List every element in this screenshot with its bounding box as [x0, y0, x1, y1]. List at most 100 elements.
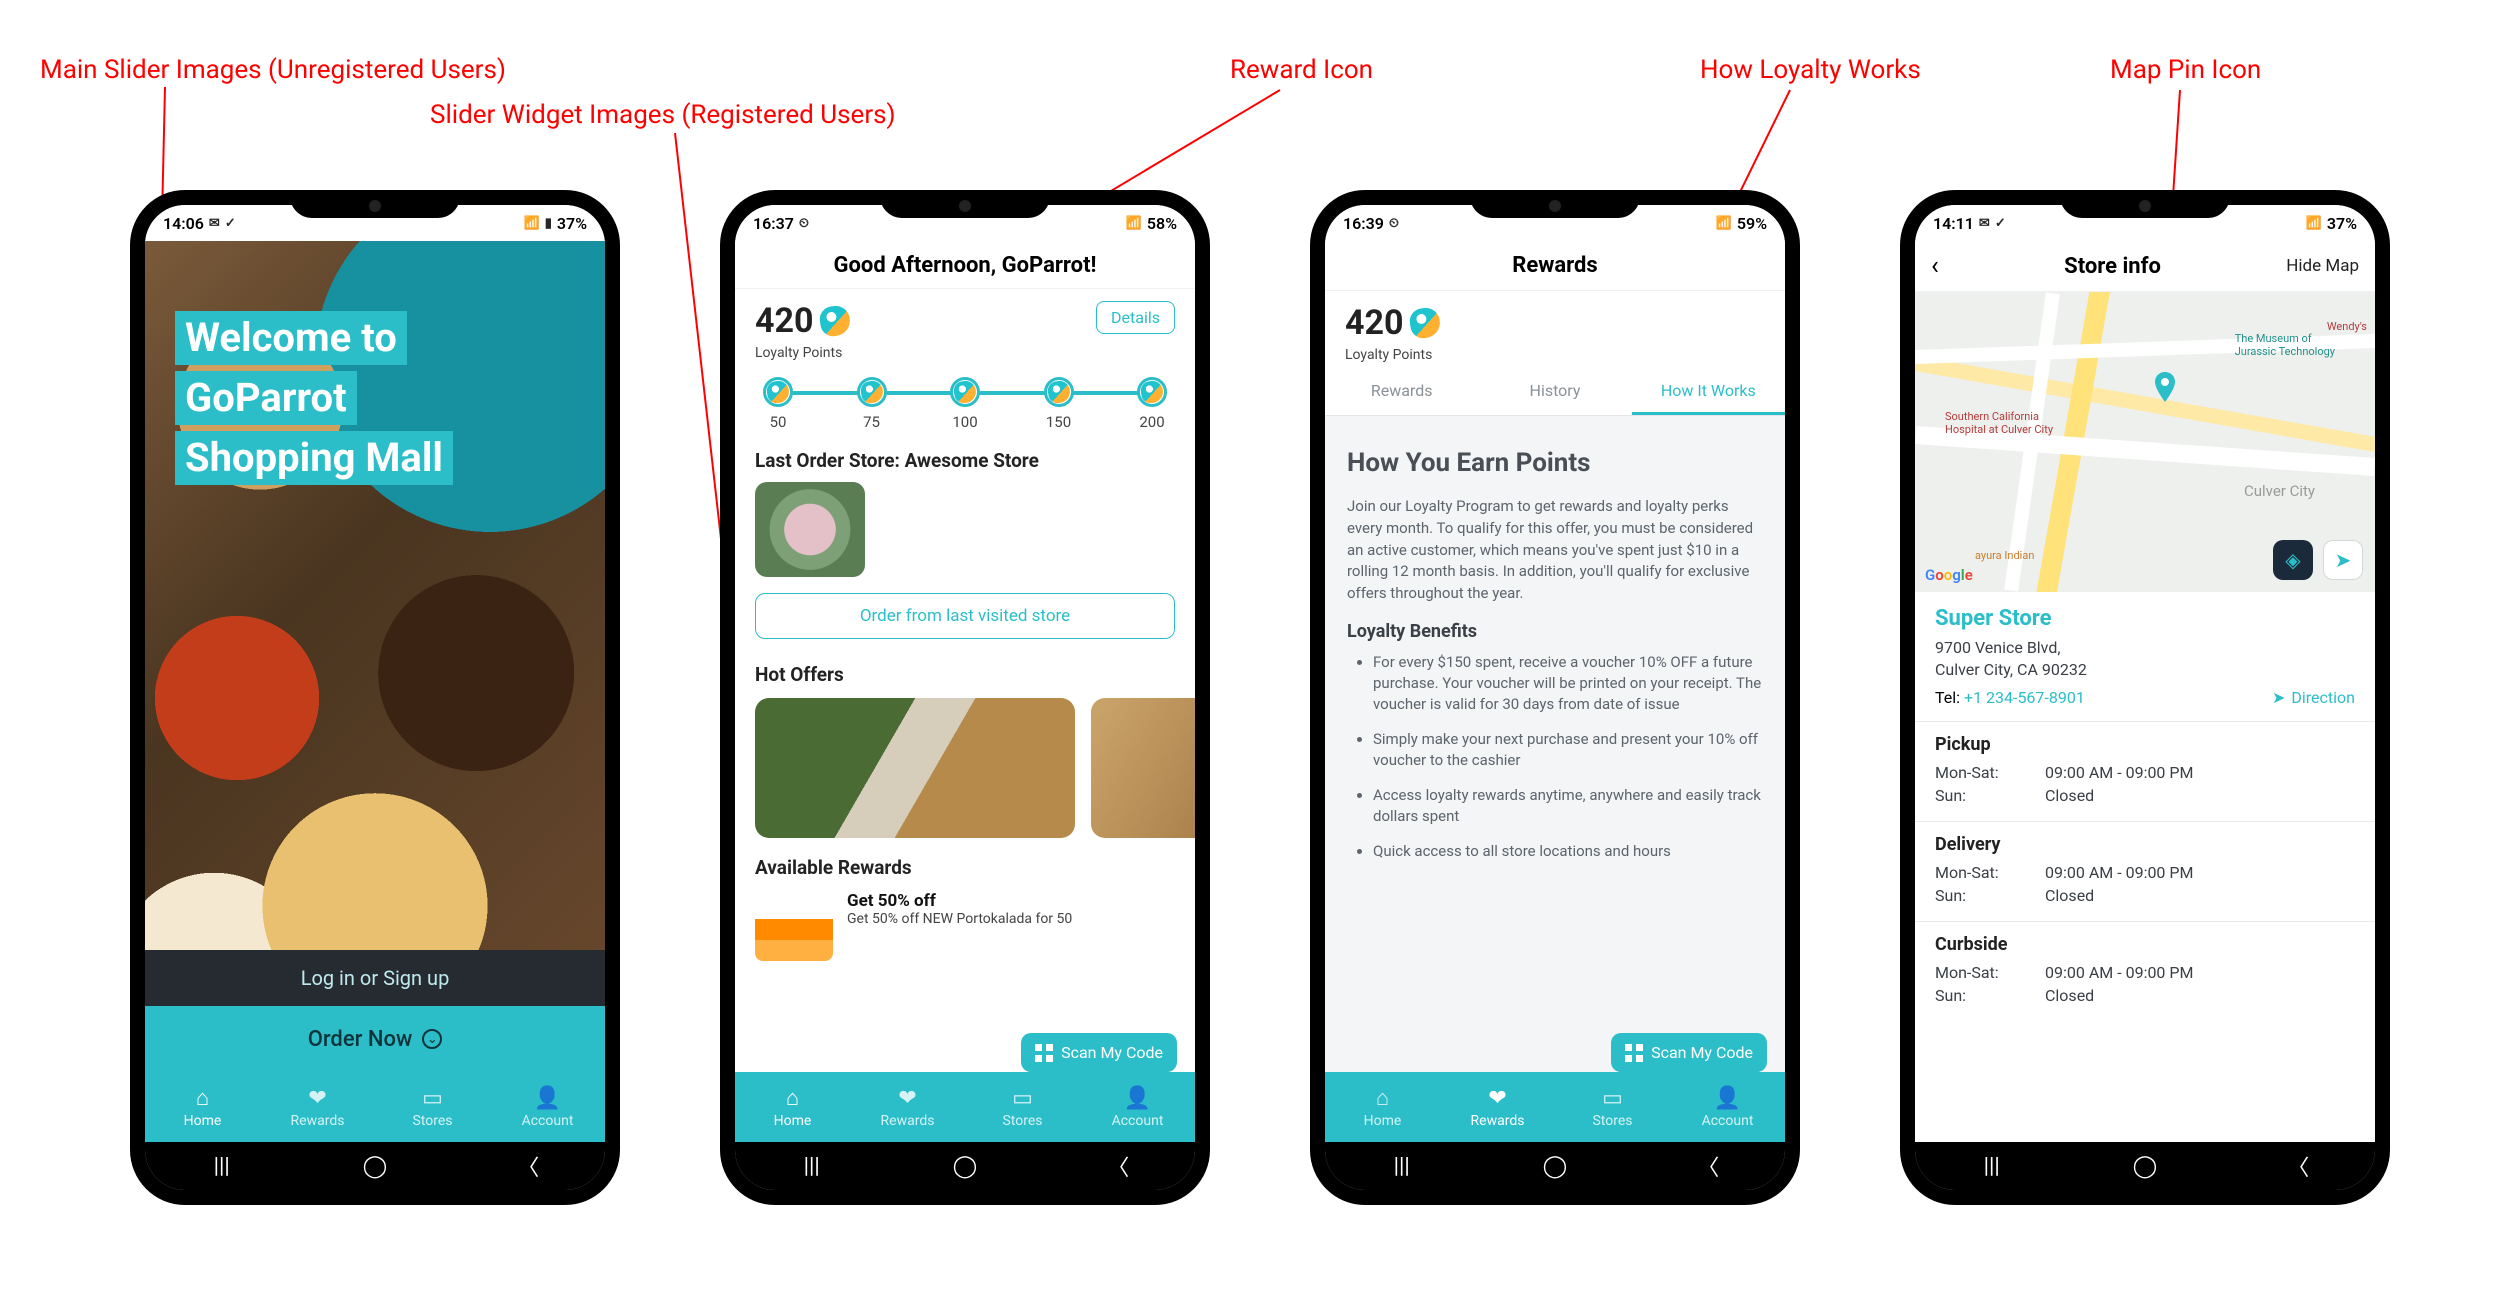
last-order-thumbnail[interactable]: [755, 482, 865, 577]
hours-heading: Curbside: [1935, 934, 2355, 955]
tab-account[interactable]: 👤 Account: [1080, 1072, 1195, 1142]
tab-rewards[interactable]: ❤Rewards: [850, 1072, 965, 1142]
status-time: 14:06: [163, 214, 204, 233]
android-recents[interactable]: |||: [798, 1154, 826, 1179]
android-home[interactable]: ◯: [1541, 1154, 1569, 1179]
login-signup-bar[interactable]: Log in or Sign up: [145, 950, 605, 1006]
store-icon: ▭: [1012, 1086, 1033, 1111]
order-now-label: Order Now: [308, 1027, 413, 1052]
chevron-down-icon: ⌄: [422, 1029, 442, 1049]
subtab-history[interactable]: History: [1478, 369, 1631, 415]
android-recents[interactable]: |||: [1978, 1154, 2006, 1179]
store-icon: ▭: [422, 1086, 443, 1111]
directions-button[interactable]: ➤Direction: [2272, 688, 2355, 707]
android-recents[interactable]: |||: [1388, 1154, 1416, 1179]
scan-label: Scan My Code: [1061, 1043, 1163, 1062]
android-back[interactable]: 〈: [2284, 1150, 2312, 1182]
reward-parrot-icon: [1046, 380, 1071, 405]
hours-time: 09:00 AM - 09:00 PM: [2045, 763, 2193, 782]
android-home[interactable]: ◯: [361, 1154, 389, 1179]
phone-registered-home: 16:37⏲ 📶58% Good Afternoon, GoParrot! 42…: [720, 190, 1210, 1205]
android-home[interactable]: ◯: [2131, 1154, 2159, 1179]
tab-label: Rewards: [291, 1113, 345, 1129]
home-icon: ⌂: [786, 1085, 799, 1111]
tab-stores[interactable]: ▭Stores: [965, 1072, 1080, 1142]
bottom-tab-bar: ⌂Home ❤Rewards ▭ Stores 👤Account: [145, 1072, 605, 1142]
subtab-rewards[interactable]: Rewards: [1325, 369, 1478, 415]
tab-stores[interactable]: ▭Stores: [1555, 1072, 1670, 1142]
map-layers-button[interactable]: ◈: [2273, 540, 2313, 580]
map-poi-wendys: Wendy's: [2327, 320, 2367, 333]
android-recents[interactable]: |||: [208, 1154, 236, 1179]
android-back[interactable]: 〈: [1694, 1150, 1722, 1182]
scan-label: Scan My Code: [1651, 1043, 1753, 1062]
details-button[interactable]: Details: [1096, 301, 1175, 334]
store-info-header: ‹ Store info Hide Map: [1915, 241, 2375, 292]
tab-stores[interactable]: ▭ Stores: [375, 1072, 490, 1142]
status-battery: 37%: [2327, 214, 2357, 233]
reward-item[interactable]: Get 50% offGet 50% off NEW Portokalada f…: [735, 885, 1195, 967]
tab-account[interactable]: 👤Account: [490, 1072, 605, 1142]
phone-link[interactable]: +1 234-567-8901: [1964, 688, 2085, 707]
android-nav-bar: ||| ◯ 〈: [1915, 1142, 2375, 1190]
tab-rewards[interactable]: ❤Rewards: [1440, 1072, 1555, 1142]
map-poi-museum: The Museum of Jurassic Technology: [2235, 332, 2335, 358]
tab-label: Stores: [412, 1113, 452, 1129]
page-title: Rewards: [1325, 241, 1785, 291]
hours-day: Sun:: [1935, 886, 2045, 905]
offer-card[interactable]: [1091, 698, 1195, 838]
phone-store-info: 14:11✉✓ 📶37% ‹ Store info Hide Map The M…: [1900, 190, 2390, 1205]
home-icon: ⌂: [196, 1085, 209, 1111]
hot-offers-slider[interactable]: [755, 698, 1195, 838]
signal-icon: ▮: [545, 216, 552, 231]
order-now-button[interactable]: Order Now ⌄: [145, 1006, 605, 1072]
android-nav-bar: ||| ◯ 〈: [1325, 1142, 1785, 1190]
bottom-tab-bar: ⌂Home ❤Rewards ▭Stores 👤Account: [1325, 1072, 1785, 1142]
milestone-item: 75: [857, 377, 887, 431]
map-locate-button[interactable]: ➤: [2323, 540, 2363, 580]
order-again-button[interactable]: Order from last visited store: [755, 593, 1175, 639]
android-back[interactable]: 〈: [514, 1150, 542, 1182]
hide-map-button[interactable]: Hide Map: [2286, 256, 2359, 276]
android-back[interactable]: 〈: [1104, 1150, 1132, 1182]
tab-rewards[interactable]: ❤Rewards: [260, 1072, 375, 1142]
subtab-how-it-works[interactable]: How It Works: [1632, 369, 1785, 415]
loyalty-points-display: 420: [1345, 303, 1440, 343]
annotation-map-pin: Map Pin Icon: [2110, 55, 2261, 85]
android-nav-bar: ||| ◯ 〈: [145, 1142, 605, 1190]
back-button[interactable]: ‹: [1931, 251, 1939, 281]
reward-text: Get 50% offGet 50% off NEW Portokalada f…: [847, 891, 1175, 961]
tab-home[interactable]: ⌂Home: [145, 1072, 260, 1142]
hours-time: Closed: [2045, 786, 2094, 805]
page-title: Store info: [2064, 254, 2161, 279]
map-label-city: Culver City: [2244, 482, 2315, 500]
store-map[interactable]: The Museum of Jurassic Technology Wendy'…: [1915, 292, 2375, 592]
hours-time: 09:00 AM - 09:00 PM: [2045, 863, 2193, 882]
map-poi-hospital: Southern California Hospital at Culver C…: [1945, 410, 2053, 436]
store-details-card: Super Store 9700 Venice Blvd,Culver City…: [1915, 592, 2375, 722]
tab-home[interactable]: ⌂ Home: [735, 1072, 850, 1142]
scan-code-button[interactable]: Scan My Code: [1611, 1033, 1767, 1072]
scan-code-button[interactable]: Scan My Code: [1021, 1033, 1177, 1072]
person-icon: 👤: [1124, 1086, 1151, 1111]
hours-day: Sun:: [1935, 786, 2045, 805]
phone-notch: [2060, 190, 2230, 218]
hero-line: Shopping Mall: [175, 431, 453, 485]
milestone-label: 150: [1046, 413, 1071, 431]
status-time: 14:11: [1933, 214, 1974, 233]
tab-label: Home: [774, 1113, 812, 1129]
milestone-label: 50: [770, 413, 787, 431]
tab-home[interactable]: ⌂Home: [1325, 1072, 1440, 1142]
hero-slider[interactable]: Welcome to GoParrot Shopping Mall Log in…: [145, 241, 605, 1072]
tab-label: Account: [1112, 1113, 1164, 1129]
wifi-icon: 📶: [1716, 216, 1732, 231]
hours-curbside: Curbside Mon-Sat:09:00 AM - 09:00 PM Sun…: [1915, 922, 2375, 1021]
benefit-item: For every $150 spent, receive a voucher …: [1373, 652, 1763, 715]
offer-card[interactable]: [755, 698, 1075, 838]
hours-pickup: Pickup Mon-Sat:09:00 AM - 09:00 PM Sun:C…: [1915, 722, 2375, 822]
benefits-list: For every $150 spent, receive a voucher …: [1347, 652, 1763, 862]
hero-line: GoParrot: [175, 371, 357, 425]
tab-account[interactable]: 👤Account: [1670, 1072, 1785, 1142]
android-home[interactable]: ◯: [951, 1154, 979, 1179]
annotation-main-slider: Main Slider Images (Unregistered Users): [40, 55, 506, 85]
